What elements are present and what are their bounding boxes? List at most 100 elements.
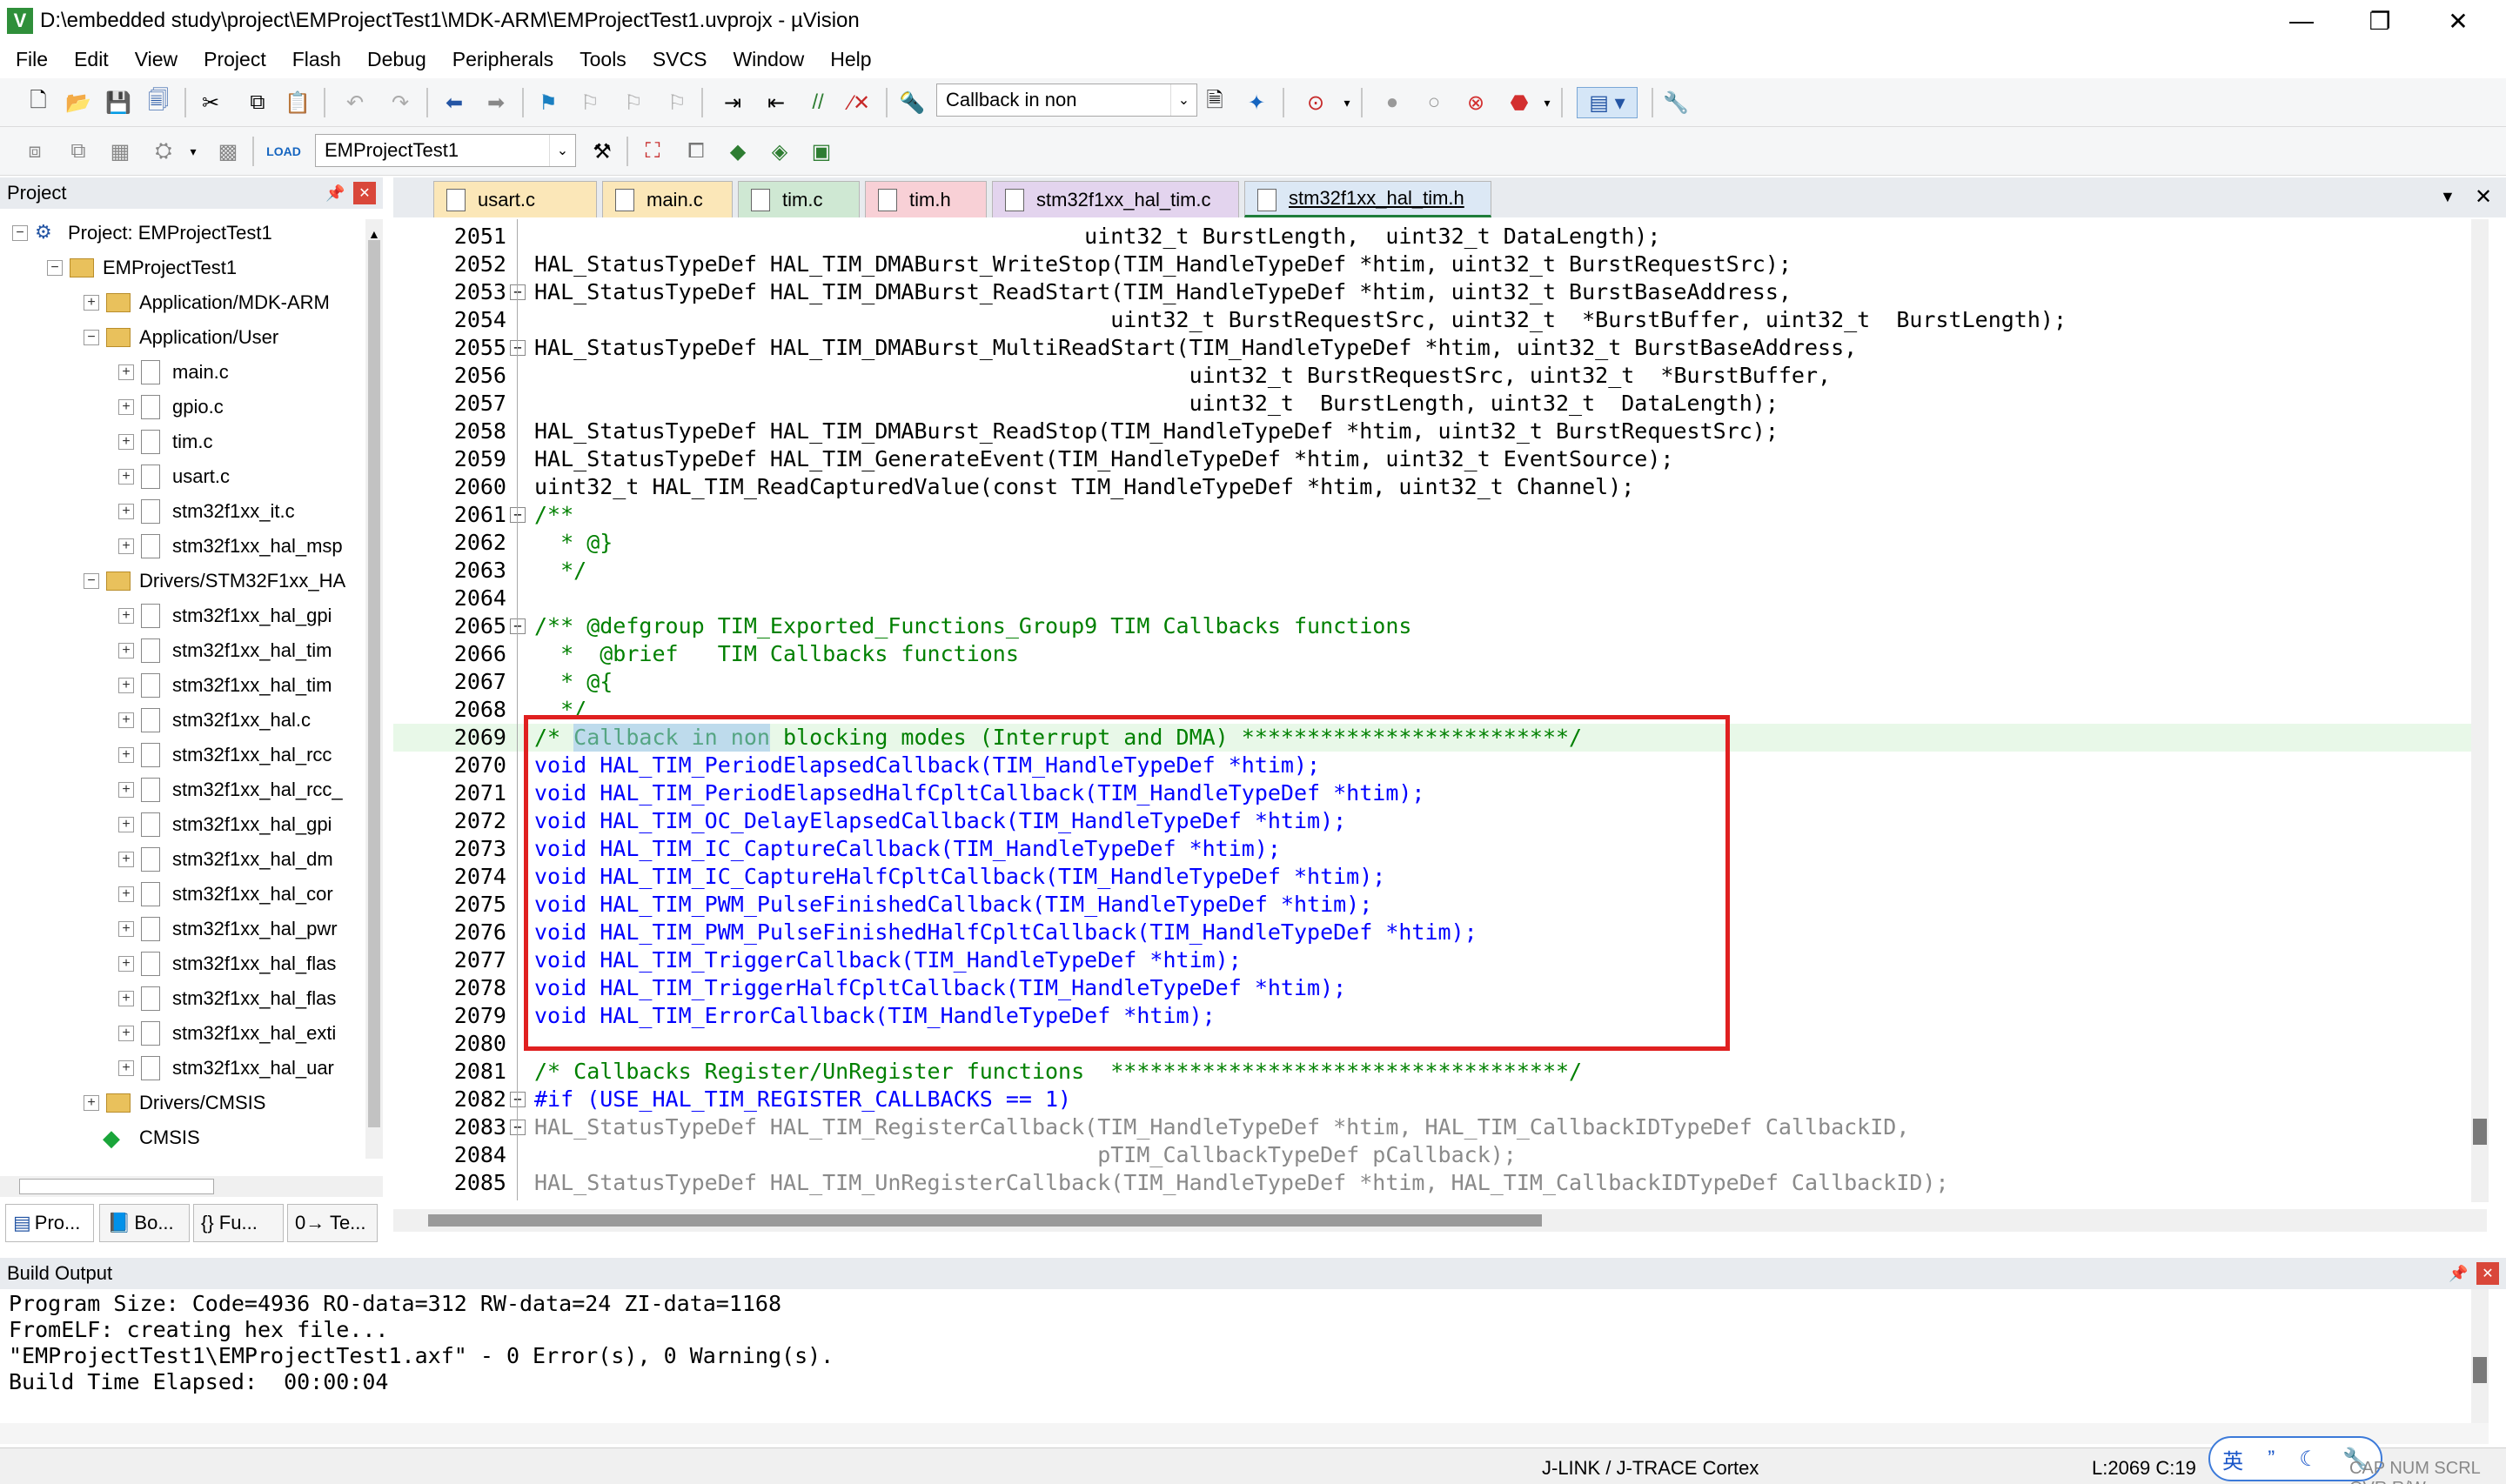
menu-debug[interactable]: Debug [352,48,437,71]
save-all-icon[interactable]: 🗐 [144,89,172,117]
chevron-down-icon[interactable]: ▾ [1333,89,1361,117]
target-combo[interactable]: EMProjectTest1 ⌄ [315,134,576,167]
fold-icon[interactable]: − [510,618,526,634]
close-panel-icon[interactable]: ✕ [353,182,376,204]
clear-bookmarks-icon[interactable]: ⚐ [663,89,691,117]
navigate-forward-icon[interactable]: ➡ [482,89,510,117]
tree-item[interactable]: + stm32f1xx_hal_cor [118,877,333,912]
tab-functions[interactable]: {} Fu... [193,1204,284,1242]
tree-item[interactable]: − EMProjectTest1 [47,251,237,285]
tree-item[interactable]: + Application/MDK-ARM [84,285,330,320]
find-combo[interactable]: Callback in non ⌄ [936,84,1197,117]
close-button[interactable]: ✕ [2419,0,2497,42]
tree-item[interactable]: + tim.c [118,424,212,459]
punctuation-icon[interactable]: ” [2268,1447,2275,1471]
tab-stm32f1xx-hal-tim-h[interactable]: stm32f1xx_hal_tim.h [1244,181,1491,217]
tab-usart-c[interactable]: usart.c [433,181,597,217]
save-icon[interactable]: 💾 [104,89,132,117]
tab-tim-c[interactable]: tim.c [738,181,860,217]
expand-icon[interactable]: + [118,712,134,728]
expand-icon[interactable]: + [118,1026,134,1041]
build-output-horizontal-scrollbar[interactable] [0,1423,2489,1444]
project-vertical-scrollbar[interactable]: ▲ [365,219,383,1159]
expand-icon[interactable]: + [118,817,134,832]
manage-project-items-icon[interactable]: ⛶ [639,137,667,165]
prev-bookmark-icon[interactable]: ⚐ [576,89,604,117]
expand-icon[interactable]: + [84,1095,99,1111]
run-time-environment-icon[interactable]: ▣ [807,137,835,165]
collapse-icon[interactable]: − [12,225,28,241]
expand-icon[interactable]: + [118,747,134,763]
tree-item[interactable]: + stm32f1xx_hal_uar [118,1051,334,1086]
target-options-icon[interactable]: ⚒ [588,137,616,165]
tree-item[interactable]: + stm32f1xx_hal_gpi [118,807,332,842]
menu-peripherals[interactable]: Peripherals [437,48,564,71]
expand-icon[interactable]: + [118,399,134,415]
minimize-button[interactable]: — [2262,0,2341,42]
new-file-icon[interactable]: 🗋 [24,89,52,117]
expand-icon[interactable]: + [118,469,134,485]
window-layout-icon[interactable]: ▤ ▾ [1577,87,1638,118]
scrollbar-thumb[interactable] [2473,1119,2487,1145]
expand-icon[interactable]: + [118,434,134,450]
tree-item[interactable]: + gpio.c [118,390,224,424]
menu-tools[interactable]: Tools [564,48,637,71]
configure-icon[interactable]: 🔧 [1662,89,1690,117]
breakpoint-icon[interactable]: ● [1378,89,1406,117]
scrollbar-thumb[interactable] [2473,1357,2487,1383]
scroll-up-icon[interactable]: ▲ [368,228,380,240]
expand-icon[interactable]: + [118,678,134,693]
tree-item[interactable]: + stm32f1xx_hal_dm [118,842,333,877]
expand-icon[interactable]: + [118,991,134,1006]
expand-icon[interactable]: + [118,538,134,554]
download-icon[interactable]: LOAD [266,137,301,165]
uncomment-icon[interactable]: ⁄✕ [846,89,874,117]
find-icon[interactable]: 🗎 [1201,89,1229,117]
build-output-scrollbar[interactable] [2471,1289,2489,1428]
build-icon[interactable]: ⧉ [64,137,92,165]
expand-icon[interactable]: + [118,886,134,902]
tree-item[interactable]: + usart.c [118,459,230,494]
copy-icon[interactable]: ⧉ [244,89,271,117]
tab-books[interactable]: 📘 Bo... [99,1204,190,1242]
disable-breakpoint-icon[interactable]: ○ [1420,89,1448,117]
expand-icon[interactable]: + [118,956,134,972]
tree-item[interactable]: + stm32f1xx_hal.c [118,703,311,738]
tree-item[interactable]: + stm32f1xx_hal_flas [118,981,336,1016]
bookmark-icon[interactable]: ⚑ [534,89,562,117]
cut-icon[interactable]: ✂ [197,89,224,117]
code-editor[interactable]: 2051 uint32_t BurstLength, uint32_t Data… [393,219,2487,1200]
scrollbar-thumb[interactable] [19,1179,214,1194]
restore-button[interactable]: ❐ [2341,0,2419,42]
disable-all-breakpoints-icon[interactable]: ⊗ [1462,89,1490,117]
pack-installer-icon[interactable]: ◈ [766,137,794,165]
scrollbar-thumb[interactable] [368,240,380,1127]
open-file-icon[interactable]: 📂 [64,89,92,117]
menu-help[interactable]: Help [814,48,881,71]
fold-icon[interactable]: − [510,340,526,356]
select-packs-icon[interactable]: ⧠ [682,137,710,165]
navigate-back-icon[interactable]: ⬅ [440,89,468,117]
debug-session-icon[interactable]: ⊙ [1302,89,1330,117]
paste-icon[interactable]: 📋 [284,89,312,117]
tab-tim-h[interactable]: tim.h [865,181,987,217]
tree-item[interactable]: − Application/User [84,320,278,355]
expand-icon[interactable]: + [118,852,134,867]
editor-vertical-scrollbar[interactable] [2471,219,2489,1202]
undo-icon[interactable]: ↶ [341,89,369,117]
tree-item[interactable]: + stm32f1xx_hal_msp [118,529,343,564]
tree-item[interactable]: ◆ CMSIS [103,1120,200,1155]
tab-project[interactable]: ▤ Pro... [5,1204,94,1242]
tab-templates[interactable]: 0→ Te... [287,1204,378,1242]
collapse-icon[interactable]: − [84,330,99,345]
moon-icon[interactable]: ☾ [2299,1447,2318,1472]
menu-flash[interactable]: Flash [277,48,352,71]
batch-build-icon[interactable]: ⛭ [150,137,178,165]
tab-main-c[interactable]: main.c [602,181,733,217]
close-tab-icon[interactable]: ✕ [2475,184,2492,210]
editor-horizontal-scrollbar[interactable] [393,1209,2487,1232]
expand-icon[interactable]: + [118,504,134,519]
chevron-down-icon[interactable]: ▾ [1533,89,1561,117]
expand-icon[interactable]: + [118,921,134,937]
expand-icon[interactable]: + [118,643,134,658]
